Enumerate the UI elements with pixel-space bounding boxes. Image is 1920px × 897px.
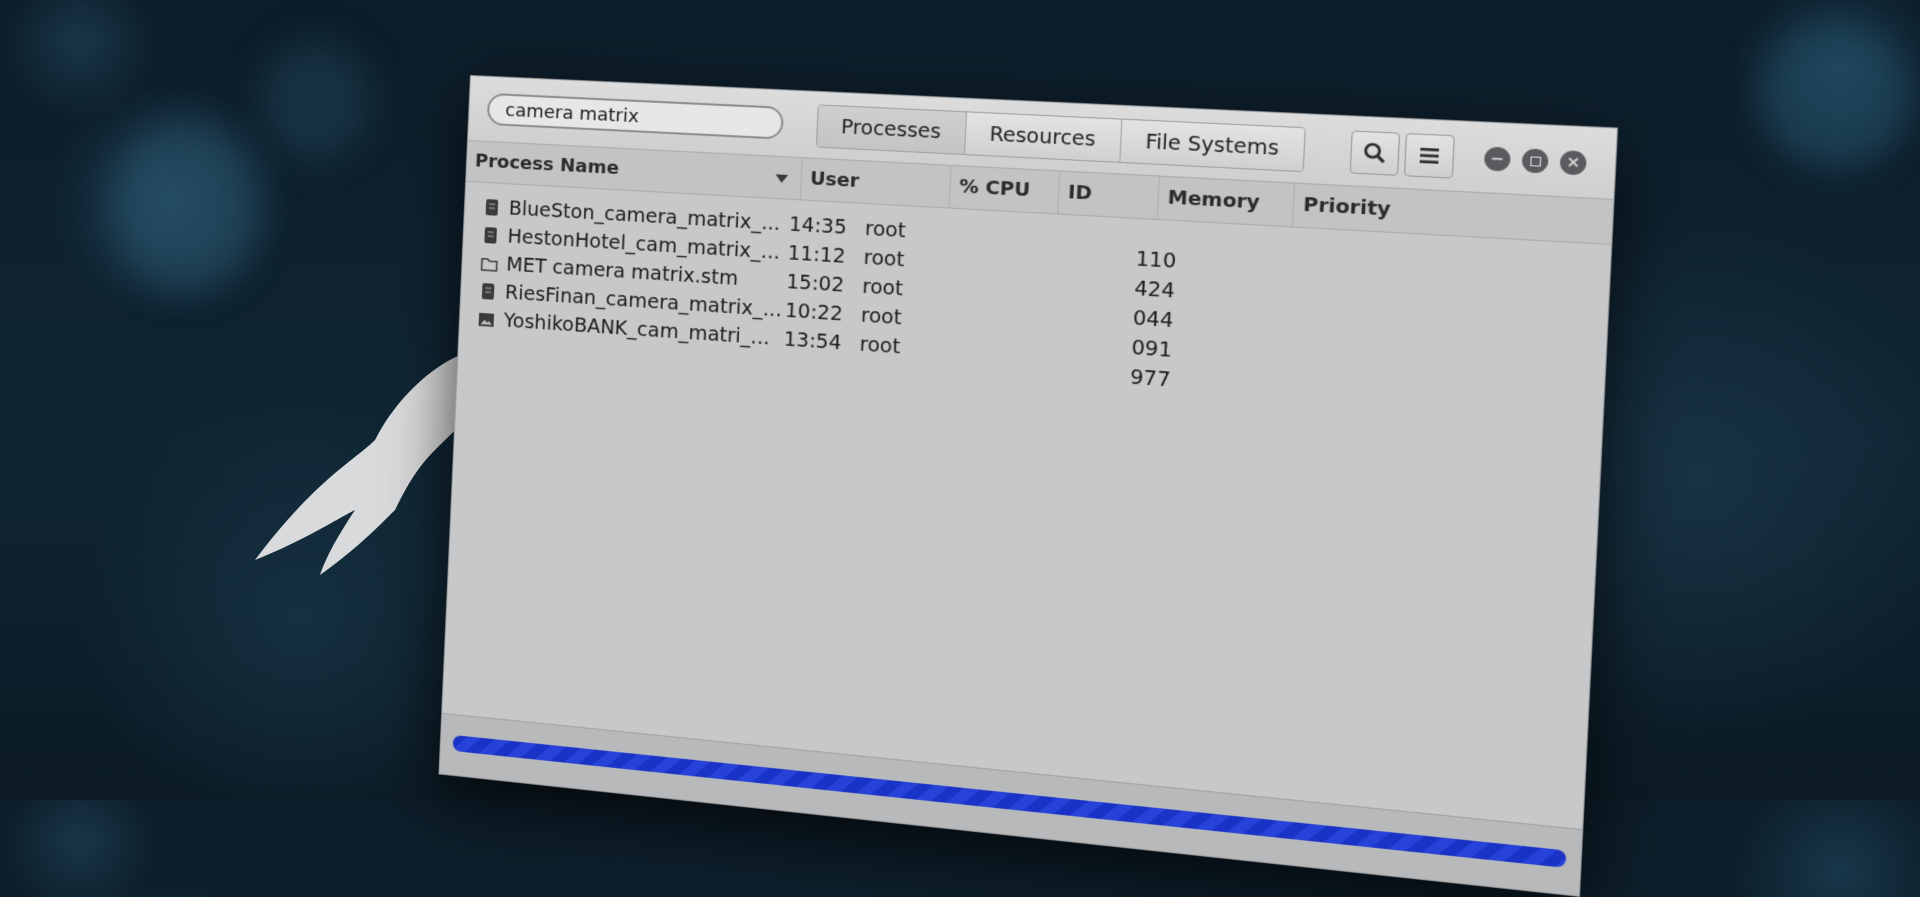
background-bokeh [1760, 20, 1910, 170]
process-time: 11:12 [787, 241, 846, 268]
column-label: Process Name [474, 150, 620, 180]
column-label: User [809, 167, 860, 193]
tab-processes[interactable]: Processes [816, 105, 967, 155]
tab-resources[interactable]: Resources [964, 112, 1123, 162]
process-list: BlueSton_camera_matrix_... 14:35 root He… [443, 182, 1611, 815]
search-icon [1363, 142, 1387, 165]
column-user[interactable]: User [800, 158, 952, 208]
process-id: 110 [1135, 247, 1177, 274]
process-time: 10:22 [784, 299, 844, 326]
tab-file-systems[interactable]: File Systems [1120, 119, 1306, 172]
maximize-button[interactable] [1521, 148, 1549, 174]
document-icon [485, 199, 499, 216]
process-id: 044 [1132, 306, 1174, 333]
column-memory[interactable]: Memory [1157, 176, 1296, 227]
background-bokeh [260, 40, 370, 160]
process-time: 13:54 [783, 328, 842, 355]
search-button[interactable] [1349, 130, 1401, 176]
process-user: root [861, 275, 904, 301]
maximize-icon [1529, 155, 1541, 167]
process-id: 977 [1129, 365, 1172, 392]
process-user: root [859, 333, 901, 359]
column-label: Priority [1302, 193, 1392, 221]
column-label: ID [1067, 181, 1093, 205]
minimize-icon: − [1489, 150, 1505, 169]
column-cpu[interactable]: % CPU [949, 165, 1061, 214]
folder-icon [480, 256, 499, 272]
column-id[interactable]: ID [1058, 171, 1160, 219]
document-icon [484, 227, 497, 244]
process-user: root [860, 304, 903, 330]
sort-down-icon [775, 174, 789, 184]
process-user: root [863, 246, 905, 272]
image-icon [478, 312, 495, 327]
close-button[interactable]: × [1559, 150, 1587, 176]
process-id: 091 [1130, 336, 1173, 363]
column-label: % CPU [958, 175, 1031, 202]
menu-icon [1419, 147, 1440, 164]
system-monitor-window: Processes Resources File Systems − × [438, 75, 1619, 897]
background-bokeh [110, 120, 260, 290]
process-user: root [864, 217, 907, 243]
menu-button[interactable] [1403, 132, 1455, 179]
process-time: 15:02 [785, 270, 845, 297]
process-id: 424 [1133, 277, 1176, 303]
minimize-button[interactable]: − [1483, 146, 1511, 172]
close-icon: × [1565, 153, 1581, 172]
column-label: Memory [1167, 186, 1261, 214]
process-time: 14:35 [788, 213, 848, 240]
document-icon [481, 283, 495, 300]
search-input[interactable] [486, 92, 785, 140]
